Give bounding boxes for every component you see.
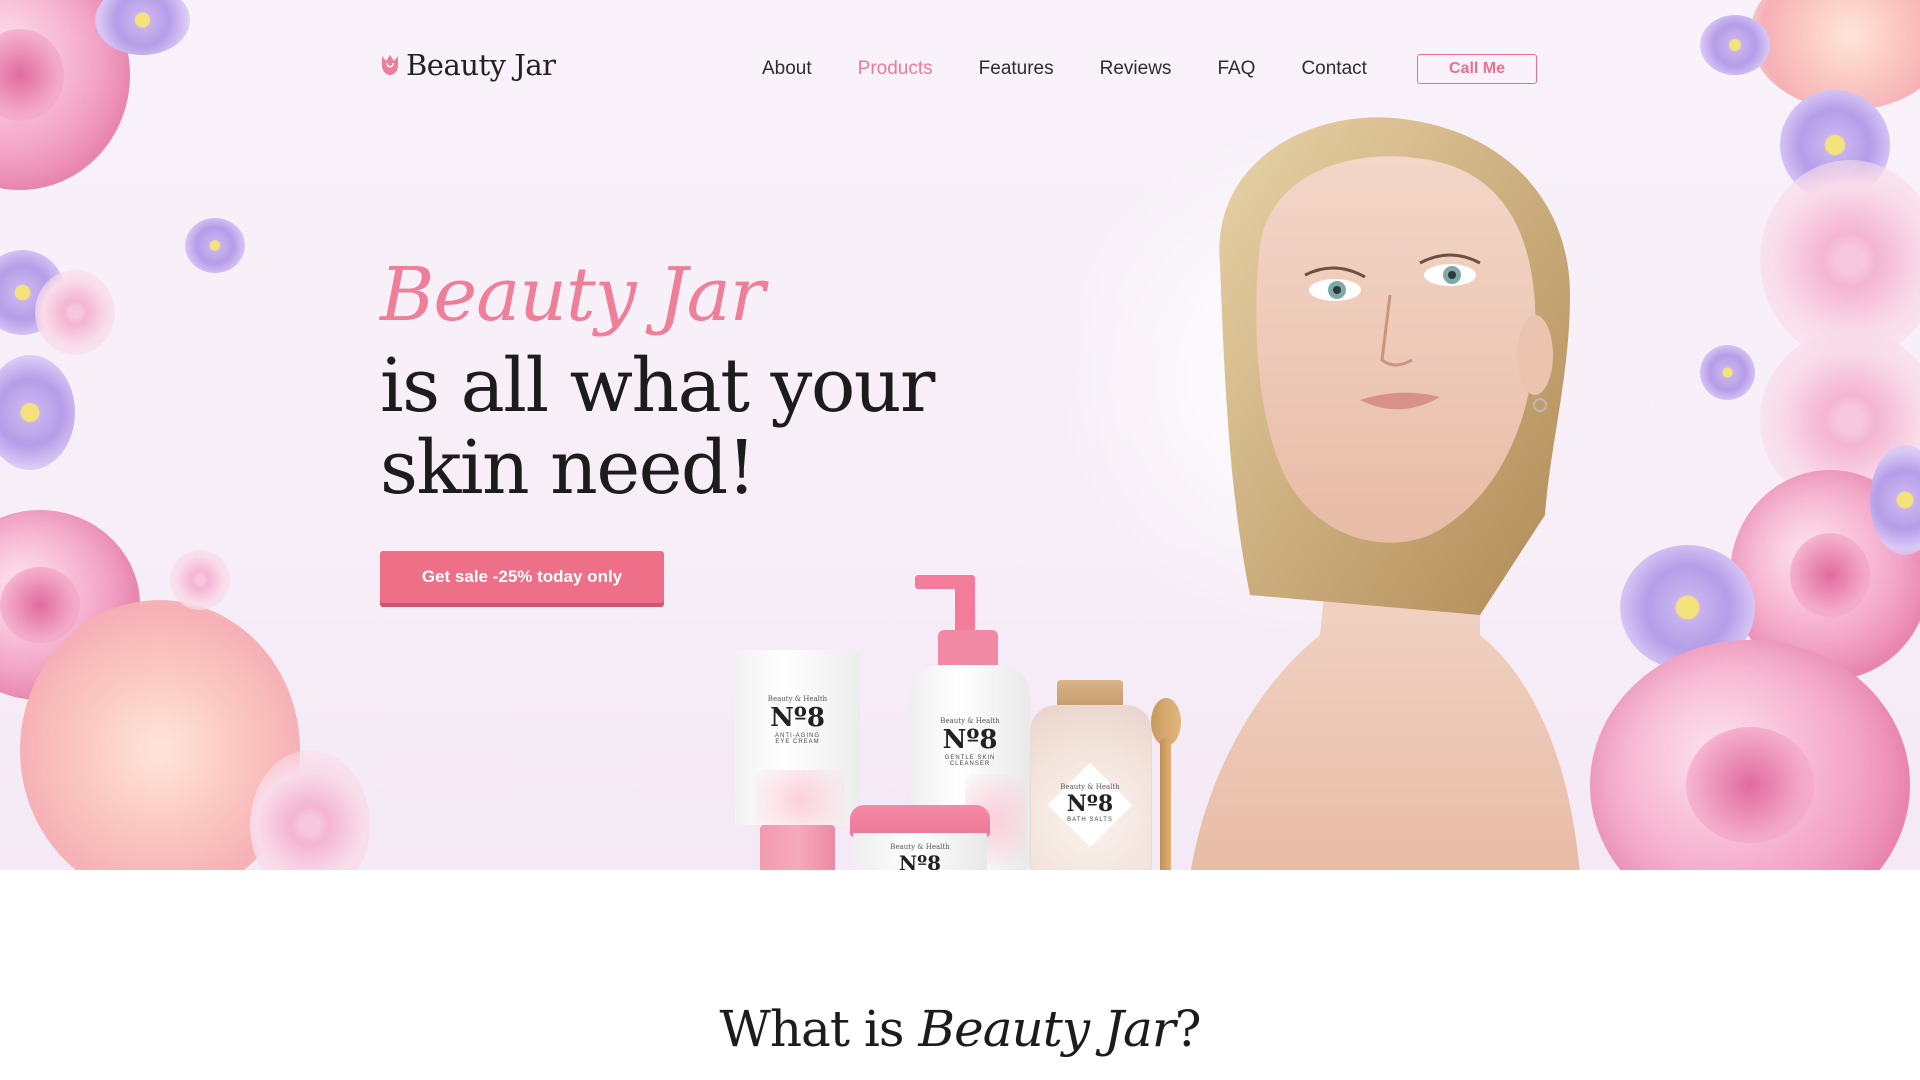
flower-mum — [35, 270, 115, 355]
flower-aster — [185, 218, 245, 273]
product-name: EYE CREAM — [775, 739, 820, 745]
product-bath-salts-jar: Beauty & Health Nº8 BATH SALTS — [1025, 680, 1155, 870]
product-brand: Beauty & Health — [1060, 783, 1120, 791]
wooden-spoon — [1148, 698, 1184, 870]
section-title-plain: What is — [719, 1000, 919, 1058]
call-me-button[interactable]: Call Me — [1417, 54, 1537, 84]
product-cream-jar: Beauty & Health Nº8 — [850, 805, 990, 870]
product-name: CLEANSER — [949, 761, 991, 767]
main-nav: About Products Features Reviews FAQ Cont… — [762, 58, 1413, 80]
nav-contact[interactable]: Contact — [1301, 58, 1366, 80]
hero-headline-line1: is all what your — [380, 343, 935, 429]
product-eye-cream-tube: Beauty & Health Nº8 ANTI-AGING EYE CREAM — [735, 650, 860, 870]
section-title-end: ? — [1174, 1000, 1202, 1058]
product-number: Nº8 — [770, 703, 825, 733]
logo-text: Beauty Jar — [406, 48, 556, 82]
product-brand: Beauty & Health — [890, 843, 950, 851]
tulip-logo-icon — [382, 55, 398, 75]
model-portrait — [1190, 117, 1580, 870]
product-brand: Beauty & Health — [767, 695, 828, 703]
site-logo[interactable]: Beauty Jar — [380, 48, 556, 82]
product-number: Nº8 — [898, 851, 942, 870]
nav-about[interactable]: About — [762, 58, 812, 80]
nav-features[interactable]: Features — [979, 58, 1054, 80]
flower-rose — [1590, 640, 1910, 870]
section-title: What is Beauty Jar? — [0, 1000, 1920, 1058]
hero-headline-line2: skin need! — [380, 425, 757, 511]
flower-aster — [1700, 15, 1770, 75]
product-brand: Beauty & Health — [940, 717, 1000, 725]
product-number: Nº8 — [1066, 791, 1114, 817]
nav-faq[interactable]: FAQ — [1217, 58, 1255, 80]
nav-reviews[interactable]: Reviews — [1100, 58, 1172, 80]
product-name: BATH SALTS — [1067, 817, 1113, 823]
flower-aster — [1700, 345, 1755, 400]
section-title-brand: Beauty Jar — [918, 1000, 1175, 1058]
product-number: Nº8 — [942, 725, 998, 755]
hero-headline: is all what your skin need! — [380, 345, 980, 509]
sale-button[interactable]: Get sale -25% today only — [380, 551, 664, 603]
nav-products[interactable]: Products — [858, 58, 933, 80]
hero-brand-script: Beauty Jar — [380, 252, 765, 338]
flower-mum — [170, 550, 230, 610]
flower-aster — [0, 355, 75, 470]
